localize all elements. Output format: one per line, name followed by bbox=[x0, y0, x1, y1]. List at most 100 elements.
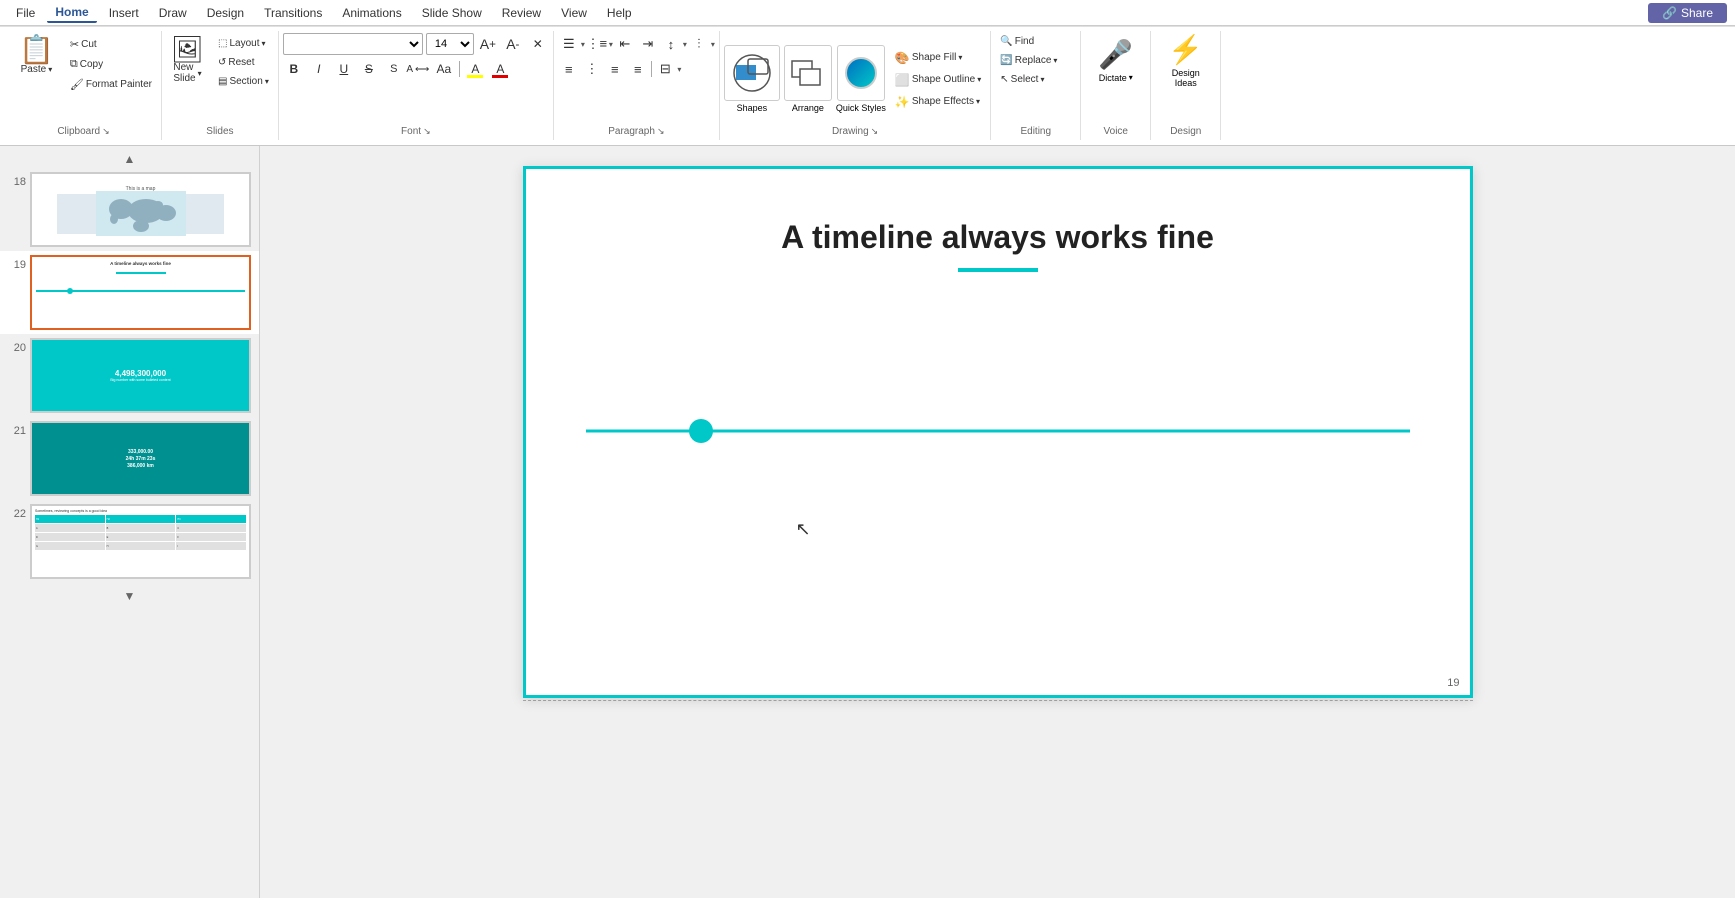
drawing-expand-icon[interactable]: ↘ bbox=[871, 126, 879, 137]
slide-item-18[interactable]: 18 This is a map bbox=[0, 168, 259, 251]
slide-number-18: 18 bbox=[4, 176, 26, 188]
menu-home[interactable]: Home bbox=[47, 3, 96, 23]
new-slide-icon: 🖼 bbox=[171, 36, 204, 62]
slide-item-21[interactable]: 21 333,000.00 24h 37m 23s 386,000 km bbox=[0, 417, 259, 500]
font-name-select[interactable] bbox=[283, 33, 423, 55]
replace-icon: 🔄 bbox=[1000, 55, 1012, 66]
decrease-indent-button[interactable]: ⇤ bbox=[614, 33, 636, 55]
table-cell: I bbox=[176, 542, 246, 550]
table-cell: H1 bbox=[35, 515, 105, 523]
font-color-button[interactable]: A bbox=[489, 58, 511, 80]
scroll-down-arrow[interactable]: ▼ bbox=[124, 589, 136, 603]
app-body: ▲ 18 This is a map bbox=[0, 146, 1735, 898]
align-right-button[interactable]: ≡ bbox=[604, 58, 626, 80]
table-cell: B bbox=[106, 524, 176, 532]
quick-styles-button[interactable] bbox=[837, 45, 885, 101]
slide-title: A timeline always works fine bbox=[526, 219, 1470, 256]
menu-insert[interactable]: Insert bbox=[101, 4, 147, 22]
timeline-dot[interactable] bbox=[689, 419, 713, 443]
slide-number-20: 20 bbox=[4, 342, 26, 354]
slide-19-title: A timeline always works fine bbox=[36, 261, 245, 266]
share-button[interactable]: 🔗 Share bbox=[1648, 3, 1727, 23]
italic-button[interactable]: I bbox=[308, 58, 330, 80]
align-left-button[interactable]: ≡ bbox=[558, 58, 580, 80]
slide-item-22[interactable]: 22 Sometimes, reviewing concepts is a go… bbox=[0, 500, 259, 583]
paste-icon: 📋 bbox=[19, 36, 54, 64]
designer-label: Design bbox=[1155, 126, 1216, 140]
paste-button[interactable]: 📋 Paste ▾ bbox=[10, 31, 63, 80]
slide-thumb-19[interactable]: A timeline always works fine bbox=[30, 255, 251, 330]
clipboard-label: Clipboard ↘ bbox=[10, 126, 157, 140]
shadow-button[interactable]: S bbox=[383, 58, 405, 80]
paragraph-expand-icon[interactable]: ↘ bbox=[657, 126, 665, 137]
align-center-button[interactable]: ⋮ bbox=[581, 58, 603, 80]
menu-transitions[interactable]: Transitions bbox=[256, 4, 330, 22]
shape-effects-icon: ✨ bbox=[895, 95, 910, 109]
section-button[interactable]: ▤ Section ▾ bbox=[213, 73, 274, 90]
columns-button[interactable]: ⫶ bbox=[688, 33, 710, 55]
slide-boundary-dashed bbox=[523, 700, 1473, 701]
table-cell: F bbox=[176, 533, 246, 541]
bold-button[interactable]: B bbox=[283, 58, 305, 80]
slide-item-20[interactable]: 20 4,498,300,000 Big number with some bu… bbox=[0, 334, 259, 417]
slide-thumb-18[interactable]: This is a map bbox=[30, 172, 251, 247]
scroll-up-arrow[interactable]: ▲ bbox=[124, 152, 136, 166]
underline-button[interactable]: U bbox=[333, 58, 355, 80]
increase-font-button[interactable]: A+ bbox=[477, 33, 499, 55]
strikethrough-button[interactable]: S bbox=[358, 58, 380, 80]
numbering-button[interactable]: ⋮≡ bbox=[586, 33, 608, 55]
arrange-button[interactable] bbox=[784, 45, 832, 101]
section-icon: ▤ bbox=[218, 76, 227, 87]
shapes-button[interactable] bbox=[724, 45, 780, 101]
menu-review[interactable]: Review bbox=[494, 4, 549, 22]
layout-button[interactable]: ⬚ Layout ▾ bbox=[213, 35, 274, 52]
select-button[interactable]: ↖ Select ▾ bbox=[995, 71, 1049, 88]
menu-view[interactable]: View bbox=[553, 4, 595, 22]
copy-icon: ⧉ bbox=[70, 58, 78, 71]
clear-format-button[interactable]: ✕ bbox=[527, 33, 549, 55]
increase-indent-button[interactable]: ⇥ bbox=[637, 33, 659, 55]
table-cell: A bbox=[35, 524, 105, 532]
new-slide-button[interactable]: 🖼 New Slide ▾ bbox=[166, 31, 209, 89]
cut-icon: ✂ bbox=[70, 38, 79, 51]
copy-button[interactable]: ⧉ Copy bbox=[65, 55, 157, 74]
format-painter-button[interactable]: 🖌 Format Painter bbox=[65, 75, 157, 94]
table-cell: H bbox=[106, 542, 176, 550]
decrease-font-button[interactable]: A- bbox=[502, 33, 524, 55]
cut-button[interactable]: ✂ Cut bbox=[65, 35, 157, 54]
line-spacing-button[interactable]: ↕ bbox=[660, 33, 682, 55]
slide-21-metric-3: 386,000 km bbox=[127, 463, 154, 469]
format-painter-icon: 🖌 bbox=[70, 78, 84, 91]
dictate-button[interactable]: 🎤 Dictate ▾ bbox=[1096, 33, 1136, 87]
menu-file[interactable]: File bbox=[8, 4, 43, 22]
slide-item-19[interactable]: 19 A timeline always works fine bbox=[0, 251, 259, 334]
clipboard-expand-icon[interactable]: ↘ bbox=[102, 126, 110, 137]
find-button[interactable]: 🔍 Find bbox=[995, 33, 1039, 50]
shape-effects-button[interactable]: ✨ Shape Effects ▾ bbox=[890, 92, 986, 112]
spacing-button[interactable]: A⟷ bbox=[408, 58, 430, 80]
smart-art-button[interactable]: ⊟ bbox=[654, 58, 676, 80]
shape-fill-button[interactable]: 🎨 Shape Fill ▾ bbox=[890, 48, 986, 68]
replace-button[interactable]: 🔄 Replace ▾ bbox=[995, 52, 1062, 69]
case-button[interactable]: Aa bbox=[433, 58, 455, 80]
menu-draw[interactable]: Draw bbox=[151, 4, 195, 22]
menu-help[interactable]: Help bbox=[599, 4, 640, 22]
design-ideas-button[interactable]: ⚡ DesignIdeas bbox=[1161, 33, 1211, 87]
slide-thumb-20[interactable]: 4,498,300,000 Big number with some bulle… bbox=[30, 338, 251, 413]
menu-slideshow[interactable]: Slide Show bbox=[414, 4, 490, 22]
design-ideas-label: DesignIdeas bbox=[1172, 68, 1200, 88]
reset-button[interactable]: ↺ Reset bbox=[213, 54, 274, 71]
font-size-select[interactable]: 14 bbox=[426, 33, 474, 55]
voice-label: Voice bbox=[1085, 126, 1146, 140]
slide-canvas[interactable]: A timeline always works fine ↖ 19 bbox=[523, 166, 1473, 698]
menu-design[interactable]: Design bbox=[199, 4, 252, 22]
font-expand-icon[interactable]: ↘ bbox=[423, 126, 431, 137]
bullets-button[interactable]: ☰ bbox=[558, 33, 580, 55]
slide-thumb-21[interactable]: 333,000.00 24h 37m 23s 386,000 km bbox=[30, 421, 251, 496]
highlight-button[interactable]: A bbox=[464, 58, 486, 80]
designer-group: ⚡ DesignIdeas Design bbox=[1151, 31, 1221, 140]
shape-outline-button[interactable]: ⬜ Shape Outline ▾ bbox=[890, 70, 986, 90]
menu-animations[interactable]: Animations bbox=[334, 4, 409, 22]
justify-button[interactable]: ≡ bbox=[627, 58, 649, 80]
slide-thumb-22[interactable]: Sometimes, reviewing concepts is a good … bbox=[30, 504, 251, 579]
